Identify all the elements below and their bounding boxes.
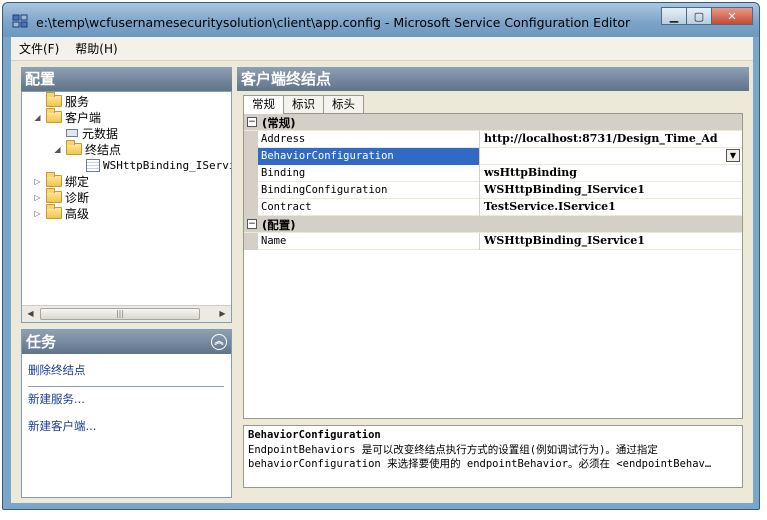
collapse-arrow-icon[interactable]: ◢ <box>53 145 62 154</box>
property-row[interactable]: BindingConfiguration WSHttpBinding_IServ… <box>244 182 742 199</box>
tree-item-bindings[interactable]: ▷ 绑定 <box>33 172 89 189</box>
property-name: BindingConfiguration <box>258 182 480 199</box>
description-text: EndpointBehaviors 是可以改变终结点执行方式的设置组(例如调试行… <box>248 444 712 470</box>
metadata-icon <box>66 129 78 137</box>
property-row[interactable]: Binding wsHttpBinding <box>244 165 742 182</box>
description-title: BehaviorConfiguration <box>248 429 381 441</box>
scroll-thumb[interactable]: ||| <box>40 308 200 320</box>
property-row[interactable]: Address http://localhost:8731/Design_Tim… <box>244 131 742 148</box>
tree-item-metadata[interactable]: 元数据 <box>66 125 118 141</box>
expand-arrow-icon[interactable]: ▷ <box>33 193 42 202</box>
property-name: Contract <box>258 199 480 216</box>
name-value[interactable]: WSHttpBinding_IService1 <box>481 233 742 250</box>
tab-strip: 常规 标识 标头 <box>243 95 364 114</box>
new-service-link[interactable]: 新建服务... <box>28 391 85 407</box>
tab-general[interactable]: 常规 <box>243 95 284 114</box>
menu-help[interactable]: 帮助(H) <box>75 40 117 57</box>
collapse-chevron-icon[interactable]: ︽ <box>211 334 227 350</box>
collapse-minus-icon[interactable]: − <box>247 117 257 127</box>
tree-item-client[interactable]: ◢ 客户端 <box>33 108 101 125</box>
config-tree[interactable]: 服务 ◢ 客户端 元数据 ◢ 终结点 WSHttpBinding_IServic… <box>21 91 232 323</box>
contract-value[interactable]: TestService.IService1 <box>481 199 742 216</box>
new-client-link[interactable]: 新建客户端... <box>28 418 96 434</box>
right-pane: 客户端终结点 常规 标识 标头 − (常规) Address http://lo… <box>237 67 749 498</box>
folder-icon <box>46 172 62 187</box>
config-panel-title: 配置 <box>21 67 232 91</box>
property-name: Binding <box>258 165 480 182</box>
binding-configuration-value[interactable]: WSHttpBinding_IService1 <box>481 182 742 199</box>
delete-endpoint-link[interactable]: 删除终结点 <box>28 362 86 378</box>
tree-item-advanced[interactable]: ▷ 高级 <box>33 204 89 221</box>
left-pane: 配置 服务 ◢ 客户端 元数据 ◢ 终结点 WSHttpBinding_ISer… <box>21 67 232 498</box>
property-row[interactable]: Contract TestService.IService1 <box>244 199 742 216</box>
minimize-button[interactable]: ▁ <box>661 7 687 25</box>
address-value[interactable]: http://localhost:8731/Design_Time_Ad <box>481 131 742 148</box>
tree-horizontal-scrollbar[interactable]: ◀ ||| ▶ <box>22 305 231 322</box>
tasks-panel: 任务 ︽ 删除终结点 新建服务... 新建客户端... <box>21 329 232 498</box>
tree-item-services[interactable]: 服务 <box>46 92 89 109</box>
close-button[interactable]: ✕ <box>711 7 753 25</box>
maximize-button[interactable]: ▢ <box>686 7 712 25</box>
property-name: Address <box>258 131 480 148</box>
folder-icon <box>46 188 62 203</box>
window-title: e:\temp\wcfusernamesecuritysolution\clie… <box>36 15 631 30</box>
folder-icon <box>46 92 62 107</box>
tab-headers[interactable]: 标头 <box>323 95 364 113</box>
tree-item-diagnostics[interactable]: ▷ 诊断 <box>33 188 89 205</box>
folder-open-icon <box>66 140 82 155</box>
category-configuration[interactable]: − (配置) <box>244 216 742 233</box>
behavior-configuration-value[interactable] <box>481 148 742 165</box>
app-window: e:\temp\wcfusernamesecuritysolution\clie… <box>2 2 760 510</box>
tree-item-endpoint-wshttpbinding[interactable]: WSHttpBinding_IServic <box>86 157 231 173</box>
folder-open-icon <box>46 108 62 123</box>
scroll-right-icon[interactable]: ▶ <box>214 306 231 322</box>
menu-file[interactable]: 文件(F) <box>19 40 59 57</box>
tree-item-endpoints[interactable]: ◢ 终结点 <box>53 140 121 157</box>
property-name: Name <box>258 233 480 250</box>
category-general[interactable]: − (常规) <box>244 114 742 131</box>
binding-value[interactable]: wsHttpBinding <box>481 165 742 182</box>
tasks-panel-title: 任务 <box>26 333 57 351</box>
endpoint-icon <box>86 158 100 172</box>
tasks-panel-header: 任务 ︽ <box>22 330 231 354</box>
tasks-divider <box>28 386 224 387</box>
expand-arrow-icon[interactable]: ▷ <box>33 177 42 186</box>
collapse-arrow-icon[interactable]: ◢ <box>33 113 42 122</box>
window-controls: ▁ ▢ ✕ <box>661 7 753 25</box>
expand-arrow-icon[interactable]: ▷ <box>33 209 42 218</box>
folder-icon <box>46 204 62 219</box>
menu-bar: 文件(F) 帮助(H) <box>11 37 753 61</box>
property-row[interactable]: BehaviorConfiguration ▼ <box>244 148 742 165</box>
endpoint-panel-title: 客户端终结点 <box>237 67 749 91</box>
title-bar[interactable]: e:\temp\wcfusernamesecuritysolution\clie… <box>3 3 759 37</box>
property-grid[interactable]: − (常规) Address http://localhost:8731/Des… <box>243 113 743 419</box>
property-description-pane: BehaviorConfiguration EndpointBehaviors … <box>243 425 743 488</box>
client-area: 文件(F) 帮助(H) 配置 服务 ◢ 客户端 元数据 ◢ 终结点 WSHttp… <box>11 37 753 503</box>
app-icon <box>12 14 28 28</box>
scroll-left-icon[interactable]: ◀ <box>22 306 39 322</box>
tab-identity[interactable]: 标识 <box>283 95 324 113</box>
dropdown-arrow-icon[interactable]: ▼ <box>726 149 740 162</box>
collapse-minus-icon[interactable]: − <box>247 219 257 229</box>
property-row[interactable]: Name WSHttpBinding_IService1 <box>244 233 742 250</box>
property-name-selected: BehaviorConfiguration <box>258 148 480 165</box>
